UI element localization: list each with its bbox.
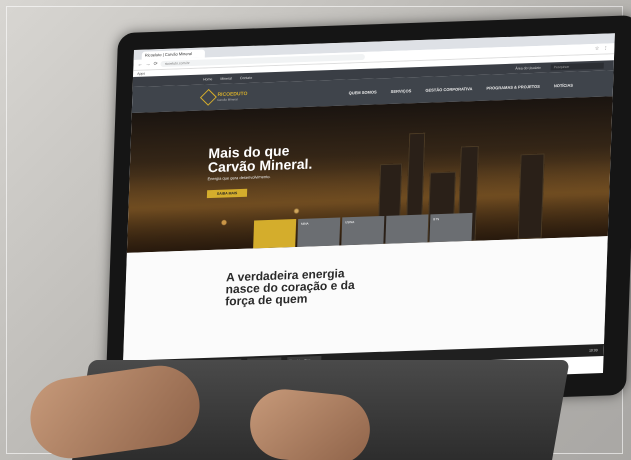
- menu-icon[interactable]: ⋮: [603, 45, 608, 51]
- nav-item-servicos[interactable]: SERVIÇOS: [391, 88, 412, 94]
- laptop-screen: Ricoeluto | Carvão Mineral ← → ⟳ ricoelu…: [122, 33, 615, 390]
- site-logo[interactable]: RICOEDUTO Carvão Mineral: [199, 88, 248, 106]
- logo-tagline: Carvão Mineral: [217, 97, 238, 103]
- thumbnail-label: BTS: [433, 217, 440, 222]
- logo-mark-icon: [199, 88, 217, 106]
- hero-banner: Mais do que Carvão Mineral. Energia que …: [126, 96, 613, 253]
- thumbnail[interactable]: [253, 219, 297, 249]
- thumbnail[interactable]: USINA: [341, 215, 385, 246]
- site-search-input[interactable]: Pesquisar: [550, 62, 604, 71]
- logo-text-group: RICOEDUTO Carvão Mineral: [217, 91, 247, 102]
- nav-item-quem-somos[interactable]: QUEM SOMOS: [349, 89, 377, 95]
- user-area-link[interactable]: Área do Usuário: [515, 66, 540, 71]
- photo: Ricoeluto | Carvão Mineral ← → ⟳ ricoelu…: [0, 0, 631, 460]
- forward-icon[interactable]: →: [145, 61, 150, 67]
- building: [517, 153, 545, 240]
- back-icon[interactable]: ←: [137, 62, 142, 68]
- hero-button[interactable]: SAIBA MAIS: [206, 188, 248, 199]
- thumbnail-label: MINA: [300, 221, 309, 226]
- reload-icon[interactable]: ⟳: [153, 61, 157, 67]
- toolbar-right: ☆ ⋮: [595, 45, 615, 52]
- top-link-mineral[interactable]: Mineral: [220, 77, 232, 81]
- hero-title: Mais do que Carvão Mineral.: [207, 142, 313, 176]
- top-link-contato[interactable]: Contato: [240, 76, 252, 80]
- nav-item-gestao[interactable]: GESTÃO CORPORATIVA: [425, 86, 472, 93]
- thumbnail[interactable]: BTS: [429, 212, 473, 243]
- thumbnail[interactable]: MINA: [297, 217, 341, 247]
- nav-items: QUEM SOMOS SERVIÇOS GESTÃO CORPORATIVA P…: [349, 81, 614, 95]
- taskbar-clock: 10:00: [588, 348, 598, 353]
- nav-item-programas[interactable]: PROGRAMAS & PROJETOS: [486, 83, 540, 90]
- thumbnail-label: USINA: [345, 219, 355, 225]
- star-icon[interactable]: ☆: [595, 46, 600, 52]
- section-tagline: A verdadeira energia nasce do coração e …: [225, 266, 355, 309]
- nav-item-noticias[interactable]: NOTÍCIAS: [554, 82, 573, 88]
- thumbnail[interactable]: [385, 214, 429, 244]
- content-section: A verdadeira energia nasce do coração e …: [122, 236, 608, 373]
- top-link-home[interactable]: Home: [203, 77, 213, 81]
